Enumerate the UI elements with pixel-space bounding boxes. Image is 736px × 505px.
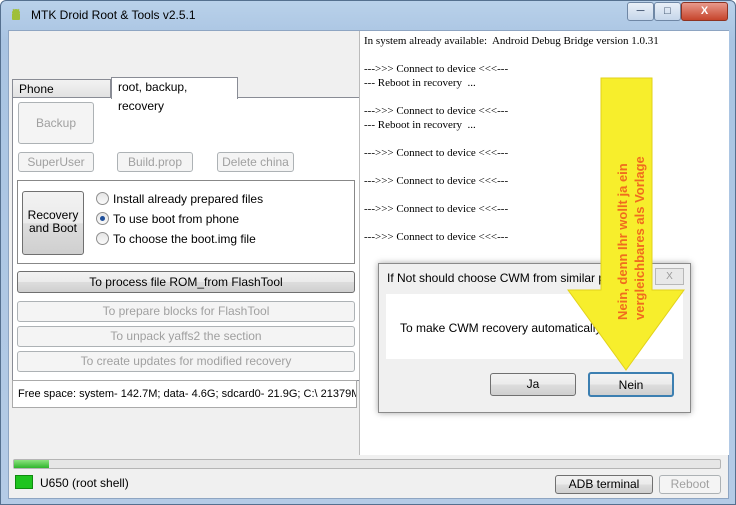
recovery-options-group: Recovery and Boot Install already prepar… [17, 180, 355, 264]
log-line: --->>> Connect to device <<<--- [364, 63, 509, 75]
close-button[interactable]: X [681, 2, 728, 21]
no-button[interactable]: Nein [588, 372, 674, 397]
recovery-and-boot-button[interactable]: Recovery and Boot [22, 191, 84, 255]
android-app-icon [12, 8, 20, 20]
log-line: --- Reboot in recovery ... [364, 119, 476, 131]
title-bar: MTK Droid Root & Tools v2.5.1 ─ □ X [1, 1, 735, 29]
buildprop-button[interactable]: Build.prop [117, 152, 193, 172]
device-status-indicator [15, 475, 33, 489]
maximize-button[interactable]: □ [654, 2, 681, 21]
log-line: --->>> Connect to device <<<--- [364, 203, 509, 215]
free-space-status: Free space: system- 142.7M; data- 4.6G; … [12, 380, 357, 408]
backup-button[interactable]: Backup [18, 102, 94, 144]
delete-china-button[interactable]: Delete china [217, 152, 294, 172]
progress-bar [13, 459, 721, 469]
dialog-title: If Not should choose CWM from similar p [387, 271, 606, 285]
prepare-blocks-button[interactable]: To prepare blocks for FlashTool [17, 301, 355, 322]
recovery-and-boot-label-1: Recovery [27, 208, 79, 222]
unpack-yaffs2-button[interactable]: To unpack yaffs2 the section [17, 326, 355, 347]
minimize-button[interactable]: ─ [627, 2, 654, 21]
cwm-dialog: If Not should choose CWM from similar p … [378, 263, 691, 413]
reboot-button[interactable]: Reboot [659, 475, 721, 494]
log-line: --- Reboot in recovery ... [364, 77, 476, 89]
create-updates-button[interactable]: To create updates for modified recovery [17, 351, 355, 372]
superuser-button[interactable]: SuperUser [18, 152, 94, 172]
tab-root-backup-recovery[interactable]: root, backup, recovery [111, 77, 238, 113]
progress-fill [14, 460, 50, 468]
dialog-message: To make CWM recovery automatically? [400, 321, 609, 335]
radio-unchecked-icon [96, 232, 109, 245]
app-window: MTK Droid Root & Tools v2.5.1 ─ □ X Phon… [0, 0, 736, 505]
device-status-label: U650 (root shell) [40, 476, 129, 490]
radio-label: To use boot from phone [113, 212, 240, 226]
radio-label: To choose the boot.img file [113, 232, 256, 246]
recovery-and-boot-label-2: and Boot [28, 221, 78, 235]
log-line: In system already available: Android Deb… [364, 35, 659, 47]
log-line: --->>> Connect to device <<<--- [364, 147, 509, 159]
log-line: --->>> Connect to device <<<--- [364, 105, 509, 117]
radio-unchecked-icon [96, 192, 109, 205]
window-title: MTK Droid Root & Tools v2.5.1 [31, 8, 196, 22]
dialog-close-button[interactable]: X [655, 268, 684, 285]
dialog-body: To make CWM recovery automatically? [386, 294, 683, 359]
log-line: --->>> Connect to device <<<--- [364, 231, 509, 243]
log-line: --->>> Connect to device <<<--- [364, 175, 509, 187]
process-rom-button[interactable]: To process file ROM_from FlashTool [17, 271, 355, 293]
tab-phone-information[interactable]: Phone information [12, 79, 111, 115]
radio-checked-icon [96, 212, 109, 225]
adb-terminal-button[interactable]: ADB terminal [555, 475, 653, 494]
yes-button[interactable]: Ja [490, 373, 576, 396]
tab-panel: Backup SuperUser Build.prop Delete china… [12, 97, 360, 381]
radio-label: Install already prepared files [113, 192, 264, 206]
